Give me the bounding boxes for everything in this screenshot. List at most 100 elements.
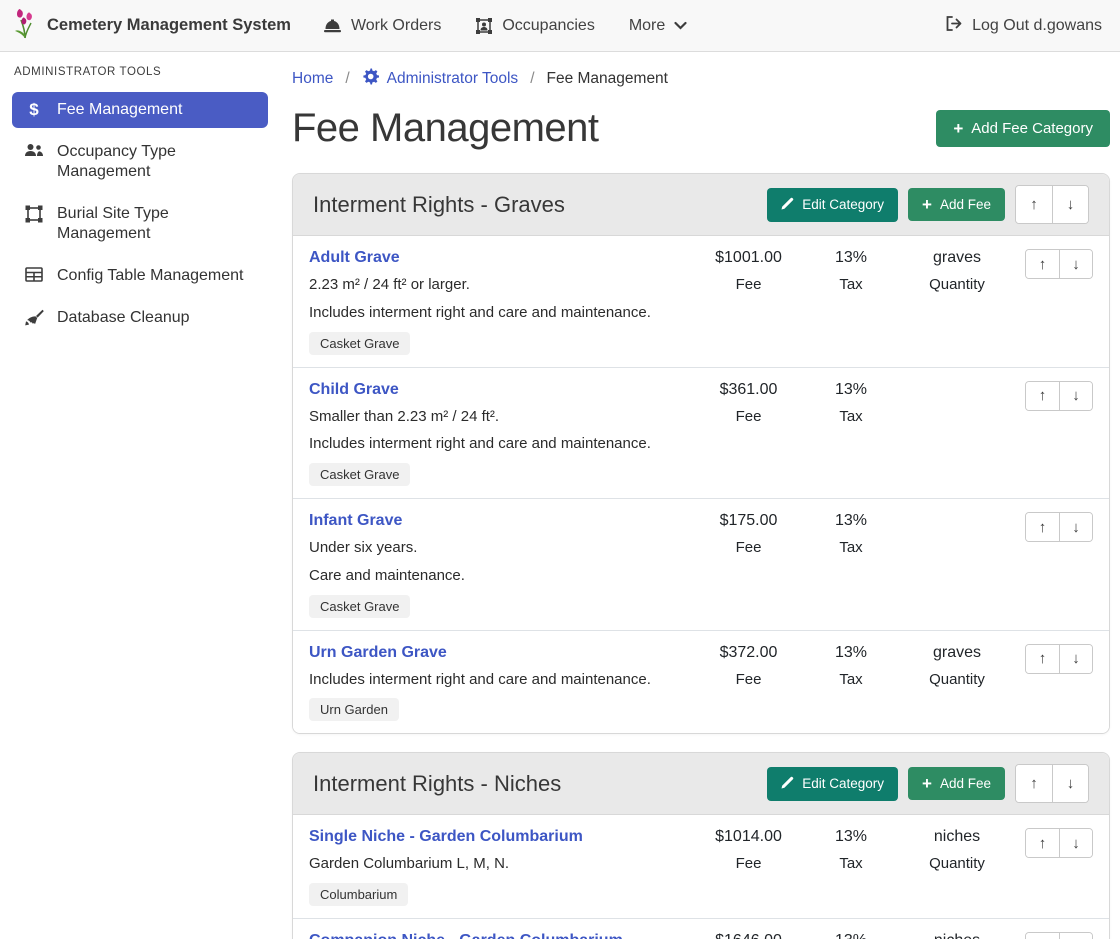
- fee-move-up-button[interactable]: ↑: [1026, 382, 1059, 410]
- fee-name-link[interactable]: Adult Grave: [309, 249, 400, 267]
- tax-column: 13% Tax: [801, 381, 901, 425]
- fee-description: Under six years.: [309, 539, 686, 558]
- tax-value: 13%: [801, 644, 901, 662]
- fee-name-link[interactable]: Single Niche - Garden Columbarium: [309, 828, 583, 846]
- fee-description: Garden Columbarium L, M, N.: [309, 855, 686, 874]
- quantity-column: graves Quantity: [901, 644, 1013, 688]
- category-move-down-button[interactable]: ↓: [1052, 186, 1088, 223]
- quantity-value: graves: [901, 644, 1013, 662]
- breadcrumb-separator: /: [345, 70, 349, 88]
- sidebar-heading: ADMINISTRATOR TOOLS: [14, 66, 266, 78]
- sidebar-item-database-cleanup[interactable]: Database Cleanup: [12, 300, 268, 336]
- breadcrumb-current: Fee Management: [547, 70, 669, 88]
- fee-description: Smaller than 2.23 m² / 24 ft².: [309, 408, 686, 427]
- fee-amount: $1014.00: [696, 828, 801, 846]
- plus-icon: +: [922, 198, 932, 211]
- fee-reorder-group: ↑ ↓: [1025, 381, 1093, 411]
- sidebar-item-fee-management[interactable]: $ Fee Management: [12, 92, 268, 128]
- quantity-label: Quantity: [901, 671, 1013, 688]
- logout-icon: [945, 15, 963, 37]
- breadcrumb-home-link[interactable]: Home: [292, 70, 333, 88]
- fee-tag: Urn Garden: [309, 698, 399, 721]
- breadcrumb-admin-tools-link[interactable]: Administrator Tools: [362, 68, 519, 90]
- fee-move-down-button[interactable]: ↓: [1059, 382, 1092, 410]
- fee-reorder-group: ↑ ↓: [1025, 512, 1093, 542]
- fee-name-link[interactable]: Infant Grave: [309, 512, 402, 530]
- sidebar-item-burial-site-type-management[interactable]: Burial Site Type Management: [12, 196, 268, 252]
- fee-amount-column: $372.00 Fee: [696, 644, 801, 688]
- fee-tag: Casket Grave: [309, 332, 410, 355]
- nav-work-orders-label: Work Orders: [351, 17, 441, 35]
- logout-button[interactable]: Log Out d.gowans: [945, 15, 1102, 37]
- fee-move-down-button[interactable]: ↓: [1059, 829, 1092, 857]
- tax-label: Tax: [801, 276, 901, 293]
- fee-move-down-button[interactable]: ↓: [1059, 645, 1092, 673]
- tax-value: 13%: [801, 381, 901, 399]
- nav-occupancies-label: Occupancies: [502, 17, 595, 35]
- edit-category-label: Edit Category: [802, 776, 884, 791]
- category-move-up-button[interactable]: ↑: [1016, 765, 1052, 802]
- tax-label: Tax: [801, 855, 901, 872]
- fee-name-link[interactable]: Child Grave: [309, 381, 399, 399]
- fee-description: 2.23 m² / 24 ft² or larger.: [309, 276, 686, 295]
- category-move-up-button[interactable]: ↑: [1016, 186, 1052, 223]
- sidebar-item-label: Database Cleanup: [57, 308, 190, 328]
- tax-label: Tax: [801, 539, 901, 556]
- fee-move-up-button[interactable]: ↑: [1026, 513, 1059, 541]
- tax-value: 13%: [801, 932, 901, 939]
- category-move-down-button[interactable]: ↓: [1052, 765, 1088, 802]
- fee-name-link[interactable]: Companion Niche - Garden Columbarium: [309, 932, 623, 939]
- fee-amount-column: $1001.00 Fee: [696, 249, 801, 293]
- fee-tag: Casket Grave: [309, 463, 410, 486]
- occupant-frame-icon: [475, 17, 493, 35]
- breadcrumb: Home / Administrator Tools / Fee Managem…: [292, 64, 1110, 92]
- people-icon: [24, 143, 44, 158]
- category-reorder-group: ↑ ↓: [1015, 764, 1089, 803]
- add-fee-category-label: Add Fee Category: [971, 120, 1093, 137]
- edit-category-button[interactable]: Edit Category: [767, 188, 898, 222]
- tax-label: Tax: [801, 408, 901, 425]
- category-card-niches: Interment Rights - Niches Edit Category …: [292, 752, 1110, 939]
- add-fee-button[interactable]: + Add Fee: [908, 188, 1005, 221]
- fee-row: Single Niche - Garden Columbarium Garden…: [293, 815, 1109, 918]
- tax-value: 13%: [801, 249, 901, 267]
- fee-row: Companion Niche - Garden Columbarium Gar…: [293, 918, 1109, 939]
- fee-name-link[interactable]: Urn Garden Grave: [309, 644, 447, 662]
- plus-icon: +: [922, 777, 932, 790]
- category-header: Interment Rights - Niches Edit Category …: [293, 753, 1109, 815]
- edit-category-button[interactable]: Edit Category: [767, 767, 898, 801]
- fee-description: Includes interment right and care and ma…: [309, 671, 686, 690]
- quantity-label: Quantity: [901, 855, 1013, 872]
- fee-move-up-button[interactable]: ↑: [1026, 250, 1059, 278]
- brand[interactable]: Cemetery Management System: [12, 7, 291, 44]
- sidebar-item-label: Config Table Management: [57, 266, 244, 286]
- category-title: Interment Rights - Graves: [313, 192, 767, 218]
- fee-move-up-button[interactable]: ↑: [1026, 933, 1059, 939]
- pencil-icon: [781, 776, 794, 792]
- sidebar-item-config-table-management[interactable]: Config Table Management: [12, 258, 268, 294]
- fee-move-down-button[interactable]: ↓: [1059, 250, 1092, 278]
- pencil-icon: [781, 197, 794, 213]
- add-fee-category-button[interactable]: + Add Fee Category: [936, 110, 1110, 147]
- fee-amount: $372.00: [696, 644, 801, 662]
- fee-amount-label: Fee: [696, 276, 801, 293]
- nav-work-orders[interactable]: Work Orders: [323, 17, 441, 35]
- fee-reorder-group: ↑ ↓: [1025, 249, 1093, 279]
- quantity-label: Quantity: [901, 276, 1013, 293]
- fee-reorder-group: ↑ ↓: [1025, 932, 1093, 939]
- fee-move-down-button[interactable]: ↓: [1059, 933, 1092, 939]
- fee-move-up-button[interactable]: ↑: [1026, 645, 1059, 673]
- sidebar-item-occupancy-type-management[interactable]: Occupancy Type Management: [12, 134, 268, 190]
- tax-value: 13%: [801, 828, 901, 846]
- fee-move-down-button[interactable]: ↓: [1059, 513, 1092, 541]
- add-fee-button[interactable]: + Add Fee: [908, 767, 1005, 800]
- fee-tag: Columbarium: [309, 883, 408, 906]
- fee-row: Infant Grave Under six years. Care and m…: [293, 498, 1109, 630]
- quantity-value: graves: [901, 249, 1013, 267]
- fee-amount-label: Fee: [696, 671, 801, 688]
- add-fee-label: Add Fee: [940, 776, 991, 791]
- nav-occupancies[interactable]: Occupancies: [475, 17, 595, 35]
- fee-move-up-button[interactable]: ↑: [1026, 829, 1059, 857]
- nav-more[interactable]: More: [629, 17, 687, 35]
- fee-amount-label: Fee: [696, 539, 801, 556]
